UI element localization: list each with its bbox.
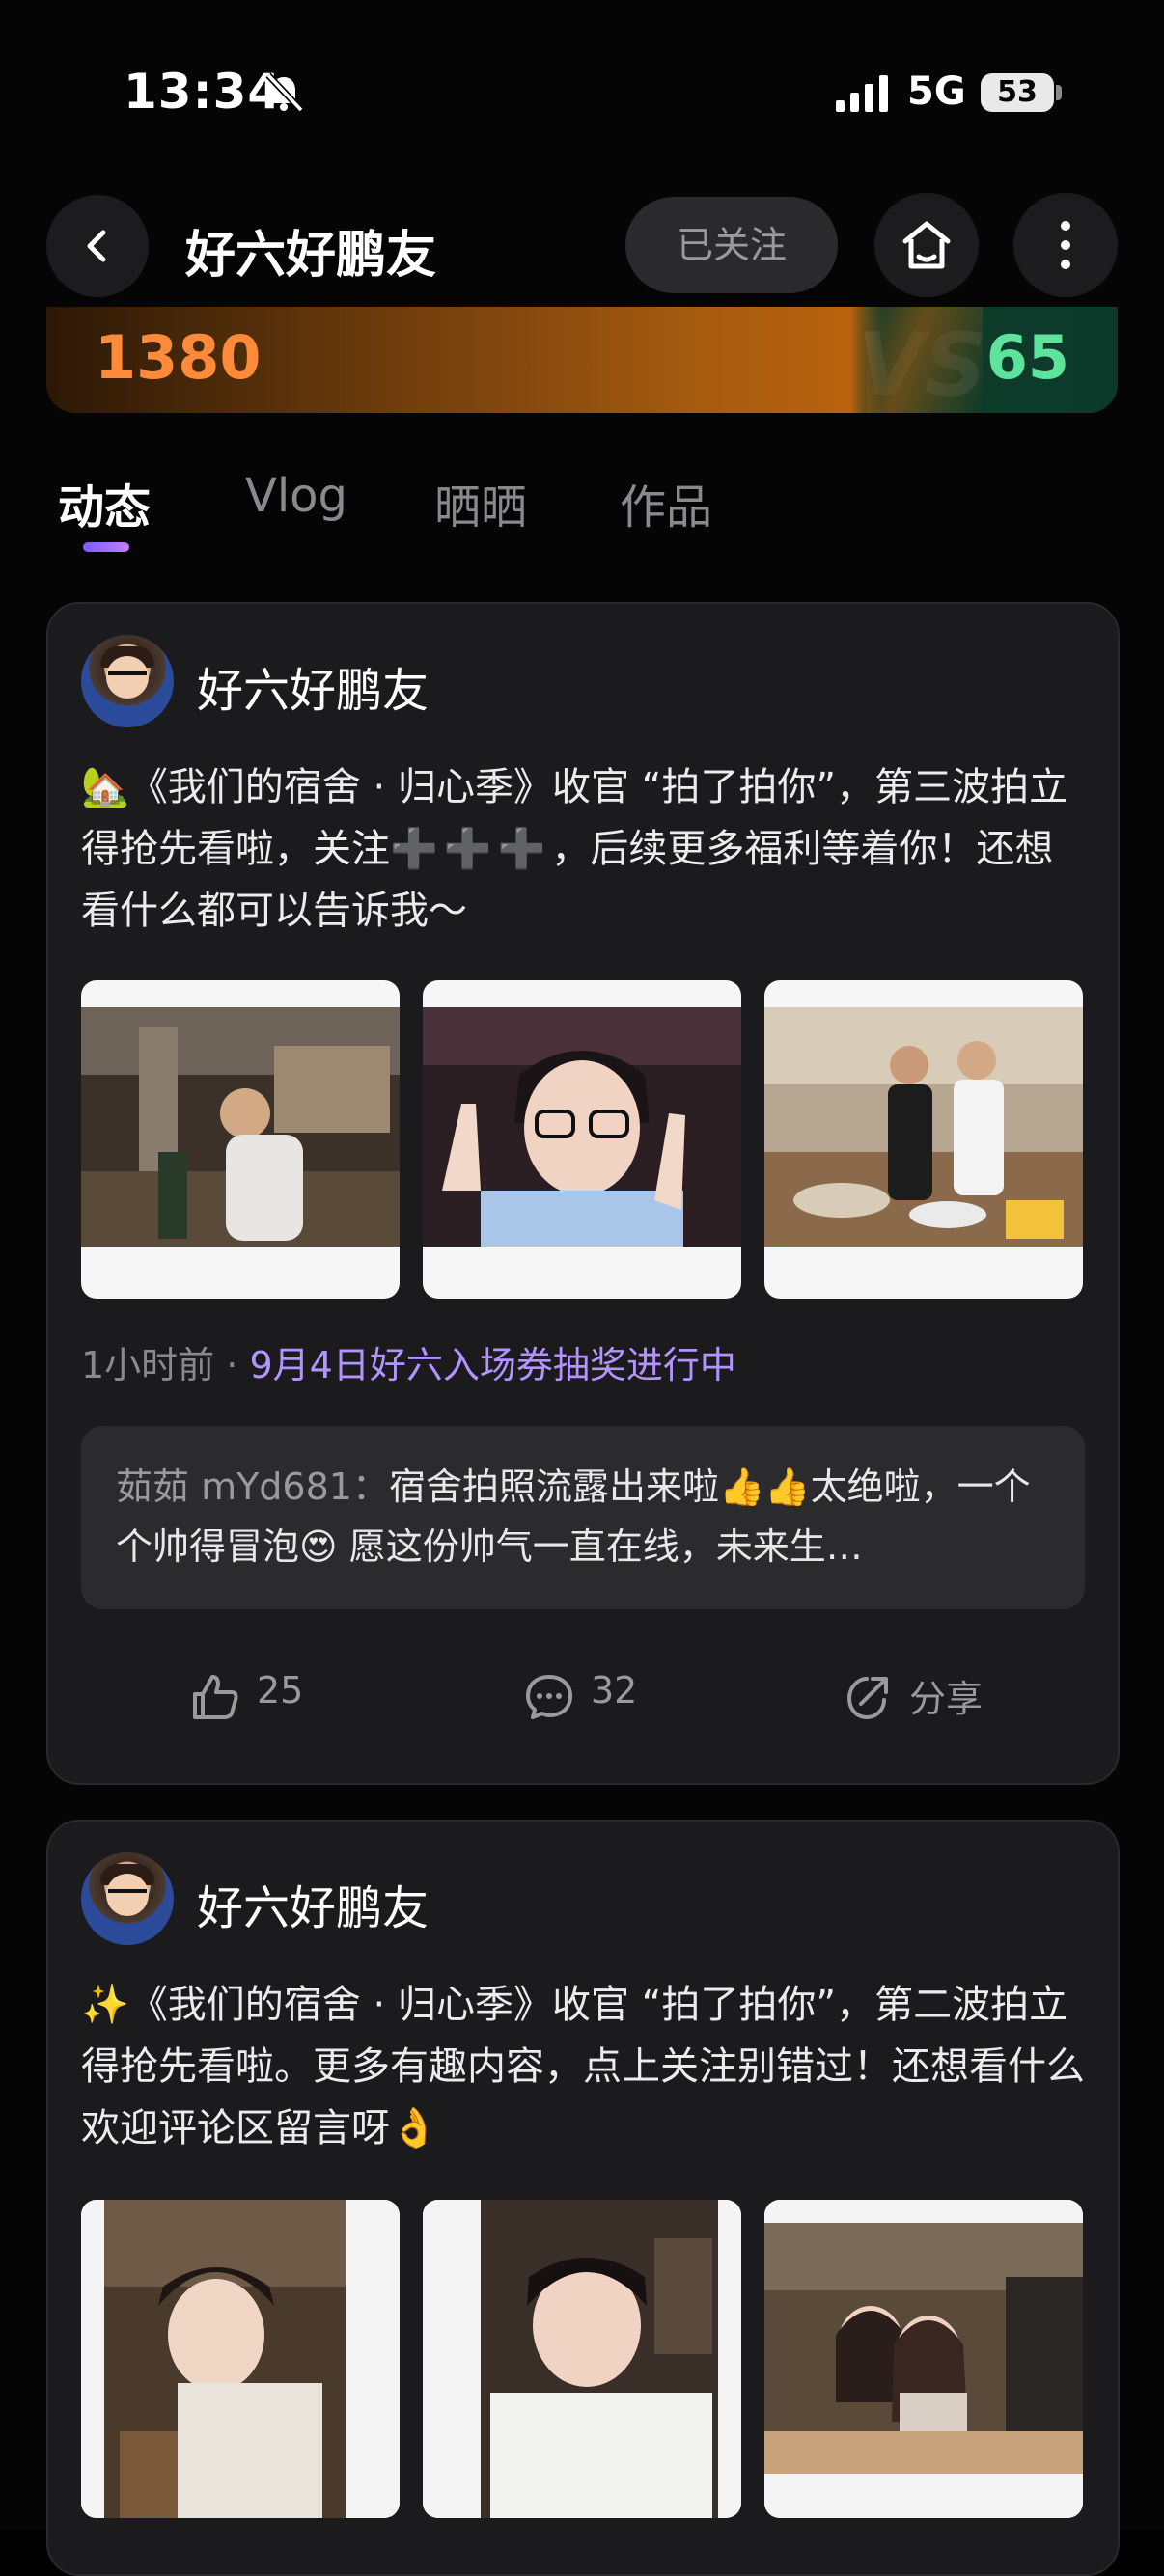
post-card[interactable]: 好六好鹏友 ✨《我们的宿舍 · 归心季》收官 “拍了拍你”，第二波拍立得抢先看啦… bbox=[46, 1820, 1120, 2576]
profile-header: 好六好鹏友 已关注 bbox=[0, 183, 1164, 309]
followed-button[interactable]: 已关注 bbox=[625, 197, 838, 293]
post-text: 🏡《我们的宿舍 · 归心季》收官 “拍了拍你”，第三波拍立得抢先看啦，关注➕➕➕… bbox=[81, 765, 1068, 933]
comment-preview[interactable]: 茹茹 mYd681：宿舍拍照流露出来啦👍👍太绝啦，一个个帅得冒泡😍 愿这份帅气一… bbox=[81, 1426, 1085, 1609]
tab-bar: 动态 Vlog 晒晒 作品 bbox=[0, 453, 1164, 560]
comment-text: 茹茹 mYd681：宿舍拍照流露出来啦👍👍太绝啦，一个个帅得冒泡😍 愿这份帅气一… bbox=[116, 1466, 1031, 1568]
home-button[interactable] bbox=[874, 193, 979, 297]
tab-vlog[interactable]: Vlog bbox=[245, 469, 347, 523]
house-emoji: 🏡 bbox=[81, 765, 129, 809]
avatar[interactable] bbox=[81, 1852, 174, 1945]
polaroid-photo[interactable] bbox=[423, 2200, 741, 2518]
post-card[interactable]: 好六好鹏友 🏡《我们的宿舍 · 归心季》收官 “拍了拍你”，第三波拍立得抢先看啦… bbox=[46, 602, 1120, 1785]
tab-zuopin[interactable]: 作品 bbox=[620, 469, 712, 536]
back-button[interactable] bbox=[46, 195, 149, 297]
plus-icons: ➕➕➕ bbox=[390, 827, 552, 871]
like-count: 25 bbox=[257, 1669, 304, 1712]
more-icon bbox=[1061, 221, 1070, 269]
post-author[interactable]: 好六好鹏友 bbox=[197, 652, 429, 720]
tab-indicator bbox=[83, 542, 129, 552]
share-label: 分享 bbox=[909, 1678, 984, 1720]
vs-mark: VS bbox=[857, 315, 987, 413]
polaroid-photo[interactable] bbox=[764, 980, 1083, 1299]
photo-image bbox=[423, 2200, 741, 2518]
status-time: 13:34 bbox=[124, 64, 283, 120]
comment-count: 32 bbox=[591, 1669, 638, 1712]
post-time: 1小时前 bbox=[81, 1344, 215, 1386]
share-icon bbox=[846, 1677, 888, 1720]
polaroid-photo[interactable] bbox=[764, 2200, 1083, 2518]
comment-user[interactable]: 茹茹 mYd681： bbox=[116, 1466, 389, 1508]
avatar[interactable] bbox=[81, 635, 174, 727]
tab-dongtai[interactable]: 动态 bbox=[58, 469, 151, 536]
lottery-link[interactable]: 9月4日好六入场券抽奖进行中 bbox=[249, 1344, 735, 1386]
home-icon bbox=[902, 221, 951, 269]
page-title: 好六好鹏友 bbox=[185, 227, 437, 285]
polaroid-photo[interactable] bbox=[81, 2200, 400, 2518]
photo-image bbox=[81, 1007, 400, 1247]
battery-tip bbox=[1056, 85, 1062, 100]
polaroid-photo[interactable] bbox=[81, 980, 400, 1299]
versus-bar[interactable]: 1380 VS 65 bbox=[46, 307, 1118, 413]
back-icon bbox=[87, 230, 106, 262]
photo-grid bbox=[81, 2200, 1085, 2518]
tab-shaishai[interactable]: 晒晒 bbox=[434, 469, 527, 536]
battery-icon: 53 bbox=[981, 73, 1054, 112]
status-bar: 13:34 5G 53 bbox=[0, 0, 1164, 183]
network-label: 5G bbox=[907, 69, 966, 114]
more-button[interactable] bbox=[1013, 193, 1118, 297]
right-score: 65 bbox=[985, 322, 1069, 393]
signal-icon bbox=[836, 75, 888, 112]
photo-image bbox=[423, 1007, 741, 1247]
left-score: 1380 bbox=[95, 322, 262, 393]
post-author[interactable]: 好六好鹏友 bbox=[197, 1870, 429, 1937]
photo-image bbox=[764, 2200, 1083, 2518]
thumbs-up-icon bbox=[193, 1675, 238, 1719]
post-actions: 25 32 分享 bbox=[48, 1648, 1118, 1744]
comment-icon bbox=[526, 1675, 572, 1719]
bell-slash-icon bbox=[265, 72, 304, 113]
photo-grid bbox=[81, 980, 1085, 1299]
post-meta: 1小时前 · 9月4日好六入场券抽奖进行中 bbox=[81, 1344, 736, 1386]
sparkle-emoji: ✨ bbox=[81, 1983, 129, 2027]
photo-image bbox=[81, 2200, 400, 2518]
post-text: ✨《我们的宿舍 · 归心季》收官 “拍了拍你”，第二波拍立得抢先看啦。更多有趣内… bbox=[81, 1983, 1085, 2151]
polaroid-photo[interactable] bbox=[423, 980, 741, 1299]
photo-image bbox=[764, 1007, 1083, 1247]
